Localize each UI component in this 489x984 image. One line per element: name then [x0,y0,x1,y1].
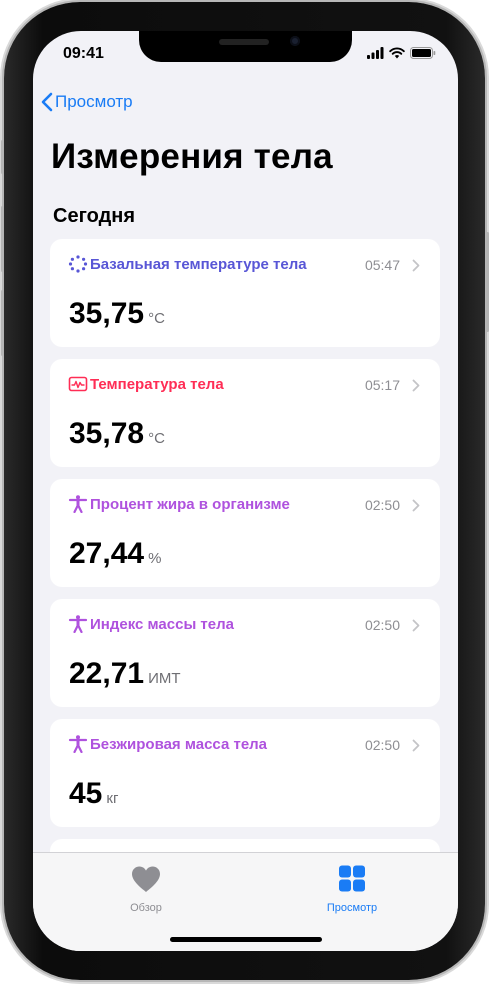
card-label: Температура тела [90,376,224,393]
section-title-today: Сегодня [53,205,136,227]
status-time: 09:41 [63,45,104,62]
notch [139,31,352,62]
tab-label: Обзор [130,902,162,914]
card-unit: кг [106,790,119,807]
side-button-silent [1,140,4,174]
measurement-card-lean-body-mass[interactable]: Безжировая масса тела 02:50 45 кг [50,719,440,827]
status-icons [367,46,436,60]
chevron-right-icon [412,619,420,632]
card-time: 02:50 [364,617,400,633]
body-figure-icon [68,615,88,633]
side-button-volume-up [1,206,4,272]
card-unit: °C [148,430,165,447]
tab-browse[interactable]: Просмотр [292,865,412,914]
side-button-volume-down [1,290,4,356]
tab-label: Просмотр [326,902,378,914]
chevron-right-icon [412,499,420,512]
card-value-row: 35,75 °C [69,297,165,331]
home-indicator[interactable] [170,937,322,942]
back-button-label: Просмотр [55,92,133,111]
measurement-card-basal-temperature[interactable]: Базальная температуре тела 05:47 35,75 °… [50,239,440,347]
card-unit: °C [148,310,165,327]
card-label: Безжировая масса тела [90,736,268,753]
body-figure-icon [68,495,88,513]
thermometer-graph-icon [68,376,88,392]
battery-icon [410,47,436,59]
screen: 09:41 Просмотр Измерения тела Сегодня Ба… [33,31,458,951]
card-value: 22,71 [69,657,145,690]
card-value-row: 35,78 °C [69,417,165,451]
card-label: Процент жира в организме [90,496,290,513]
tab-summary[interactable]: Обзор [86,865,206,914]
card-value: 27,44 [69,537,145,570]
chevron-right-icon [412,739,420,752]
card-value-row: 45 кг [69,777,118,811]
card-value: 35,75 [69,297,145,330]
heart-icon [132,866,160,892]
dotted-circle-icon [68,255,88,273]
wifi-icon [389,47,405,59]
body-figure-icon [68,735,88,753]
chevron-right-icon [412,259,420,272]
card-value: 35,78 [69,417,145,450]
card-unit: % [148,550,162,567]
chevron-left-icon [41,92,53,112]
cellular-signal-icon [367,47,384,59]
speaker [219,39,269,45]
card-time: 05:17 [364,377,400,393]
measurement-card-body-temperature[interactable]: Температура тела 05:17 35,78 °C [50,359,440,467]
grid-icon [339,865,365,892]
chevron-right-icon [412,379,420,392]
back-button[interactable]: Просмотр [41,92,133,112]
card-label: Индекс массы тела [90,616,234,633]
card-time: 02:50 [364,497,400,513]
measurement-card-bmi[interactable]: Индекс массы тела 02:50 22,71 ИМТ [50,599,440,707]
measurement-card-body-fat[interactable]: Процент жира в организме 02:50 27,44 % [50,479,440,587]
front-camera [290,36,300,46]
page-title: Измерения тела [51,137,333,176]
card-value-row: 22,71 ИМТ [69,657,181,691]
card-value-row: 27,44 % [69,537,161,571]
card-time: 02:50 [364,737,400,753]
card-unit: ИМТ [148,670,181,687]
card-value: 45 [69,777,103,810]
card-time: 05:47 [364,257,400,273]
card-label: Базальная температуре тела [90,256,307,273]
